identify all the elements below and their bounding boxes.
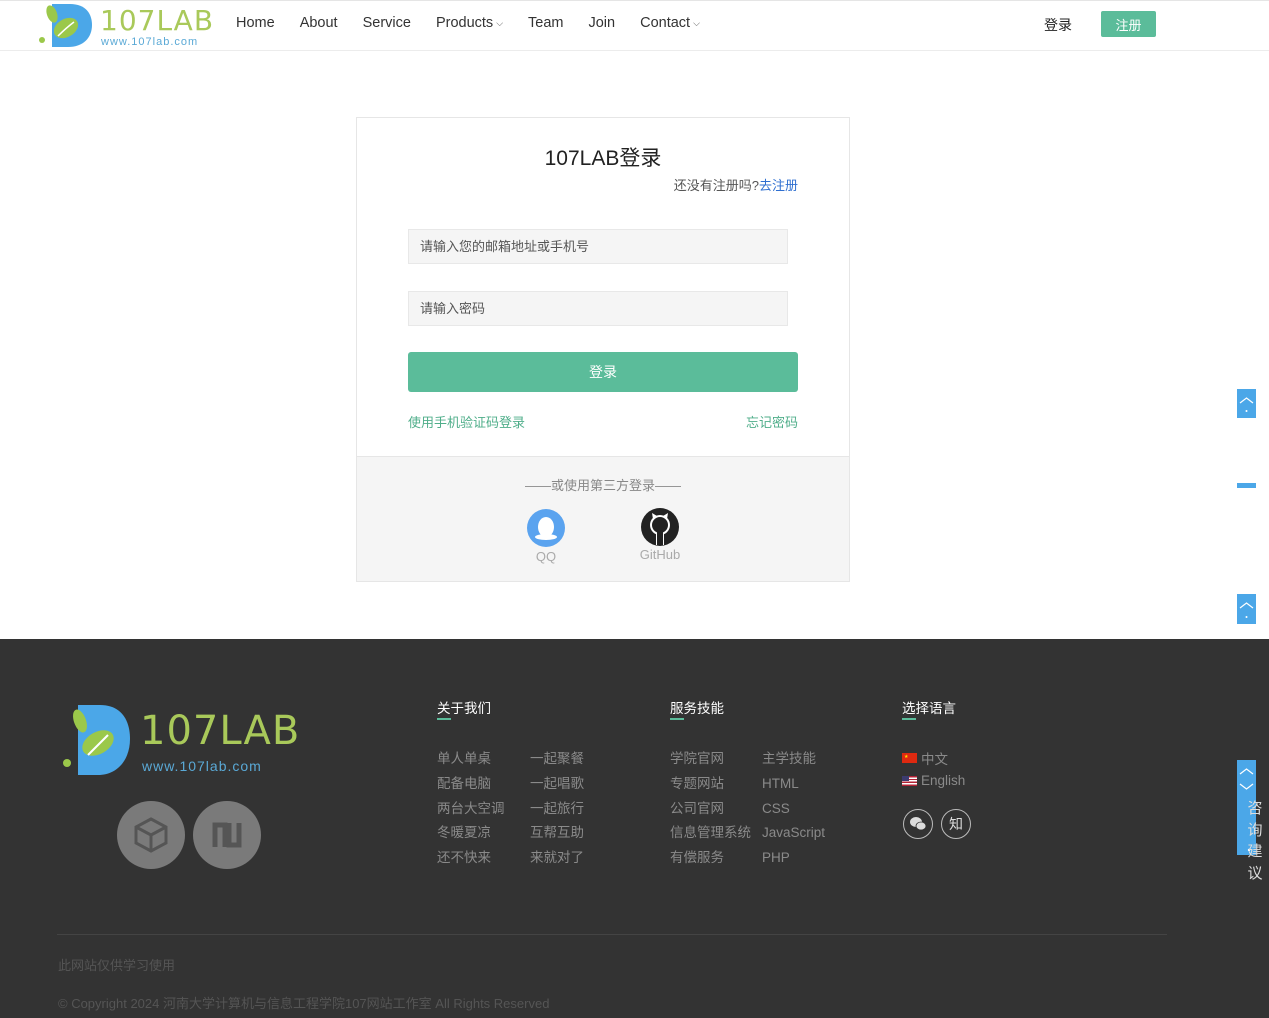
logo-brand-text: 107LAB	[100, 4, 215, 37]
footer-url-text: www.107lab.com	[142, 758, 262, 774]
nav-products[interactable]: Products ⌵	[436, 15, 503, 31]
third-party-title: ——或使用第三方登录——	[524, 478, 681, 493]
lang-option-en[interactable]: English	[902, 773, 965, 788]
footer-copyright: © Copyright 2024 河南大学计算机与信息工程学院107网站工作室 …	[58, 996, 550, 1011]
list-item[interactable]: 一起聚餐	[530, 747, 584, 772]
footer-service-list-1: 学院官网 专题网站 公司官网 信息管理系统 有偿服务	[670, 747, 751, 871]
footer-note: 此网站仅供学习使用	[58, 958, 176, 973]
list-item[interactable]: 一起唱歌	[530, 772, 584, 797]
github-label: GitHub	[639, 547, 681, 562]
list-item[interactable]: PHP	[762, 846, 825, 871]
side-float-button-bottom[interactable]	[1237, 594, 1256, 624]
list-item[interactable]: CSS	[762, 797, 825, 822]
footer-about-list-1: 单人单桌 配备电脑 两台大空调 冬暖夏凉 还不快来	[437, 747, 505, 871]
lang-option-zh[interactable]: ★ 中文	[902, 748, 948, 768]
list-item[interactable]: 互帮互助	[530, 821, 584, 846]
logo-url-text: www.107lab.com	[101, 36, 199, 48]
footer-logo: 107LAB www.107lab.com	[62, 703, 299, 778]
qq-login-icon[interactable]	[527, 509, 565, 547]
nav-about[interactable]: About	[300, 15, 338, 31]
list-item[interactable]: 一起旅行	[530, 797, 584, 822]
nav-team-label: Team	[528, 15, 564, 31]
site-header: 107LAB www.107lab.com Home About Service…	[0, 0, 1269, 51]
github-login-icon[interactable]	[640, 507, 680, 547]
list-item[interactable]: 还不快来	[437, 846, 505, 871]
list-item[interactable]: JavaScript	[762, 821, 825, 846]
n-logo-icon[interactable]	[193, 801, 261, 869]
nav-join-label: Join	[588, 15, 616, 31]
wechat-icon[interactable]	[903, 809, 933, 839]
forgot-password-link[interactable]: 忘记密码	[746, 412, 798, 431]
box-icon[interactable]	[117, 801, 185, 869]
footer-about-title: 关于我们	[437, 697, 491, 720]
chevron-up-icon	[1239, 397, 1254, 412]
nav-products-label: Products	[435, 15, 494, 31]
us-flag-icon	[902, 775, 917, 786]
password-field[interactable]	[408, 291, 788, 326]
list-item[interactable]: 冬暖夏凉	[437, 821, 505, 846]
list-item[interactable]: 配备电脑	[437, 772, 505, 797]
list-item[interactable]: 主学技能	[762, 747, 825, 772]
footer-about-list-2: 一起聚餐 一起唱歌 一起旅行 互帮互助 来就对了	[530, 747, 584, 871]
list-item[interactable]: 专题网站	[670, 772, 751, 797]
login-card: 107LAB登录 还没有注册吗?去注册 登录 使用手机验证码登录 忘记密码 ——…	[356, 117, 850, 582]
login-title: 107LAB登录	[544, 147, 662, 170]
list-item[interactable]: 单人单桌	[437, 747, 505, 772]
lang-zh-label: 中文	[921, 752, 948, 767]
list-item[interactable]: 两台大空调	[437, 797, 505, 822]
nav-home[interactable]: Home	[236, 15, 275, 31]
side-float-button-top[interactable]	[1237, 389, 1256, 418]
go-register-link[interactable]: 去注册	[759, 178, 798, 193]
main-nav: Home About Service Products ⌵ Team Join C…	[236, 15, 725, 31]
nav-service[interactable]: Service	[363, 15, 411, 31]
nav-team[interactable]: Team	[528, 15, 563, 31]
chevron-down-icon: ⌵	[496, 17, 504, 28]
footer-service-list-2: 主学技能 HTML CSS JavaScript PHP	[762, 747, 825, 871]
qq-label: QQ	[535, 549, 557, 564]
nav-join[interactable]: Join	[588, 15, 615, 31]
nav-contact-label: Contact	[640, 15, 691, 31]
sms-login-link[interactable]: 使用手机验证码登录	[408, 412, 525, 431]
list-item[interactable]: 信息管理系统	[670, 821, 751, 846]
consult-label[interactable]: 咨询建议	[1247, 798, 1263, 884]
chevron-down-icon: ⌵	[693, 17, 700, 28]
footer-divider	[57, 934, 1167, 935]
nav-about-label: About	[299, 15, 338, 31]
email-field[interactable]	[408, 229, 788, 264]
register-prompt-text: 还没有注册吗?	[673, 178, 759, 193]
zhihu-icon[interactable]: 知	[941, 809, 971, 839]
list-item[interactable]: 有偿服务	[670, 846, 751, 871]
china-flag-icon: ★	[902, 753, 917, 763]
register-prompt: 还没有注册吗?去注册	[674, 175, 798, 194]
nav-service-label: Service	[362, 15, 411, 31]
side-float-bar[interactable]	[1237, 483, 1256, 488]
logo-leaf-icon	[39, 4, 92, 47]
lang-en-label: English	[921, 773, 966, 788]
list-item[interactable]: HTML	[762, 772, 825, 797]
login-submit-button[interactable]: 登录	[408, 352, 798, 392]
header-login-link[interactable]: 登录	[1044, 15, 1072, 35]
header-register-button[interactable]: 注册	[1101, 11, 1156, 37]
nav-home-label: Home	[236, 15, 275, 31]
nav-contact[interactable]: Contact ⌵	[640, 15, 700, 31]
footer-brand-text: 107LAB	[140, 708, 301, 754]
site-logo[interactable]: 107LAB www.107lab.com	[38, 2, 213, 48]
site-footer: 107LAB www.107lab.com 关于我们 单人单桌 配备电脑 两台大…	[0, 639, 1269, 1018]
footer-lang-title: 选择语言	[902, 697, 956, 720]
third-party-login: ——或使用第三方登录—— QQ GitHub	[357, 456, 849, 581]
list-item[interactable]: 公司官网	[670, 797, 751, 822]
list-item[interactable]: 来就对了	[530, 846, 584, 871]
chevron-up-icon	[1239, 602, 1254, 618]
footer-service-title: 服务技能	[670, 697, 724, 720]
logo-leaf-icon	[63, 705, 130, 775]
list-item[interactable]: 学院官网	[670, 747, 751, 772]
